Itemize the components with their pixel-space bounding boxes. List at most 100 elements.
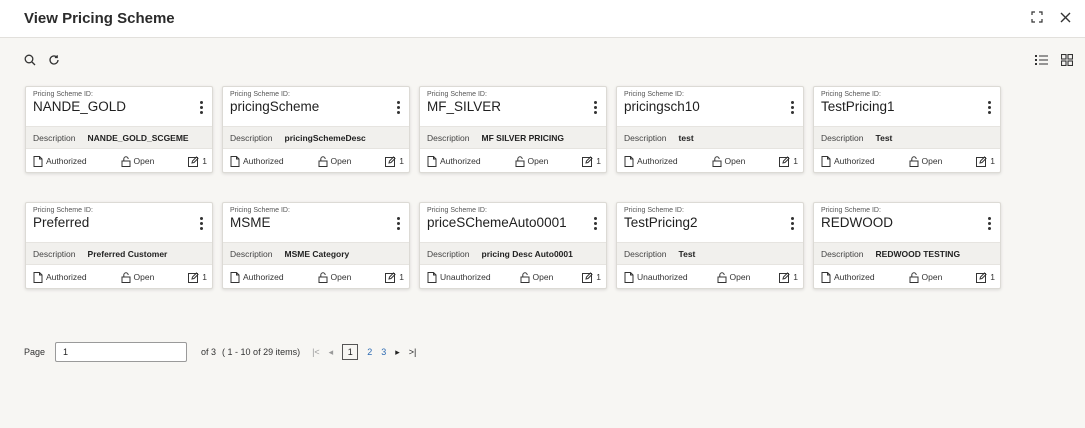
edit-icon	[976, 155, 987, 167]
description-label: Description	[230, 248, 273, 259]
unlock-icon	[318, 271, 328, 283]
unlock-icon	[909, 155, 919, 167]
authorization-status: Authorized	[821, 271, 875, 283]
scheme-id-label: Pricing Scheme ID:	[230, 91, 290, 98]
grid-view-icon[interactable]	[1059, 52, 1075, 68]
kebab-menu-icon[interactable]	[592, 101, 598, 115]
authorization-label: Authorized	[46, 156, 87, 166]
page-label: Page	[24, 347, 46, 357]
authorization-status: Authorized	[821, 155, 875, 167]
first-page-icon[interactable]: |<	[312, 347, 320, 357]
modification-count-value: 1	[202, 272, 207, 282]
scheme-id-label: Pricing Scheme ID:	[33, 91, 93, 98]
scheme-id: pricingsch10	[624, 99, 700, 114]
modification-count: 1	[582, 155, 601, 167]
record-status: Open	[318, 271, 352, 283]
previous-page-icon[interactable]: ◂	[329, 347, 334, 358]
document-icon	[427, 155, 437, 167]
description-label: Description	[821, 132, 864, 143]
kebab-menu-icon[interactable]	[986, 101, 992, 115]
next-page-icon[interactable]: ▸	[395, 347, 400, 358]
modification-count-value: 1	[990, 272, 995, 282]
edit-icon	[188, 271, 199, 283]
scheme-id-label: Pricing Scheme ID:	[230, 207, 290, 214]
scheme-id: NANDE_GOLD	[33, 99, 127, 114]
modification-count-value: 1	[399, 156, 404, 166]
scheme-id: pricingScheme	[230, 99, 320, 114]
description-label: Description	[33, 248, 76, 259]
page-3-button[interactable]: 3	[381, 347, 386, 357]
list-view-icon[interactable]	[1033, 52, 1049, 68]
description-label: Description	[624, 248, 667, 259]
pricing-scheme-card[interactable]: Pricing Scheme ID: priceSChemeAuto0001 D…	[419, 202, 607, 289]
pricing-scheme-card[interactable]: Pricing Scheme ID: MSME Description MSME…	[222, 202, 410, 289]
authorization-label: Authorized	[440, 156, 481, 166]
scheme-id-label: Pricing Scheme ID:	[33, 207, 93, 214]
record-status-label: Open	[724, 156, 746, 166]
record-status: Open	[520, 271, 553, 283]
scheme-id-label: Pricing Scheme ID:	[821, 91, 881, 98]
pricing-scheme-card[interactable]: Pricing Scheme ID: Preferred Description…	[25, 202, 213, 289]
document-icon	[821, 155, 831, 167]
scheme-id-label: Pricing Scheme ID:	[427, 91, 487, 98]
description-value: REDWOOD TESTING	[875, 248, 961, 259]
record-status-label: Open	[729, 272, 751, 282]
modification-count: 1	[976, 271, 995, 283]
kebab-menu-icon[interactable]	[395, 217, 401, 231]
pricing-scheme-card[interactable]: Pricing Scheme ID: NANDE_GOLD Descriptio…	[25, 86, 213, 173]
authorization-label: Unauthorized	[637, 272, 688, 282]
edit-icon	[188, 155, 199, 167]
last-page-icon[interactable]: >|	[409, 347, 417, 357]
unlock-icon	[515, 155, 525, 167]
maximize-icon[interactable]	[1029, 9, 1045, 25]
pricing-scheme-card[interactable]: Pricing Scheme ID: TestPricing2 Descript…	[616, 202, 804, 289]
document-icon	[821, 271, 831, 283]
record-status: Open	[121, 155, 154, 167]
unlock-icon	[909, 271, 919, 283]
refresh-icon[interactable]	[46, 52, 62, 68]
close-icon[interactable]	[1057, 9, 1073, 25]
page-number-input[interactable]	[55, 342, 188, 362]
items-range-text: ( 1 - 10 of 29 items)	[222, 347, 301, 357]
pricing-scheme-card[interactable]: Pricing Scheme ID: pricingScheme Descrip…	[222, 86, 410, 173]
document-icon	[427, 271, 437, 283]
modification-count-value: 1	[202, 156, 207, 166]
modification-count: 1	[385, 271, 404, 283]
description-value: pricing Desc Auto0001	[481, 248, 573, 259]
search-icon[interactable]	[22, 52, 38, 68]
document-icon	[230, 155, 240, 167]
page-1-button[interactable]: 1	[342, 344, 359, 360]
authorization-status: Authorized	[230, 155, 284, 167]
description-value: test	[678, 132, 694, 143]
kebab-menu-icon[interactable]	[198, 101, 204, 115]
document-icon	[33, 155, 43, 167]
modification-count: 1	[188, 271, 207, 283]
authorization-status: Authorized	[33, 271, 87, 283]
kebab-menu-icon[interactable]	[986, 217, 992, 231]
scheme-id-label: Pricing Scheme ID:	[624, 207, 684, 214]
pricing-scheme-card[interactable]: Pricing Scheme ID: REDWOOD Description R…	[813, 202, 1001, 289]
description-value: Preferred Customer	[87, 248, 168, 259]
modification-count: 1	[779, 155, 798, 167]
modification-count-value: 1	[596, 272, 601, 282]
scheme-id: TestPricing2	[624, 215, 698, 230]
pricing-scheme-card[interactable]: Pricing Scheme ID: pricingsch10 Descript…	[616, 86, 804, 173]
record-status-label: Open	[921, 156, 943, 166]
kebab-menu-icon[interactable]	[789, 217, 795, 231]
kebab-menu-icon[interactable]	[198, 217, 204, 231]
unlock-icon	[121, 271, 131, 283]
edit-icon	[976, 271, 987, 283]
description-value: MF SILVER PRICING	[481, 132, 565, 143]
kebab-menu-icon[interactable]	[789, 101, 795, 115]
modification-count-value: 1	[793, 156, 798, 166]
pricing-scheme-card[interactable]: Pricing Scheme ID: TestPricing1 Descript…	[813, 86, 1001, 173]
kebab-menu-icon[interactable]	[395, 101, 401, 115]
page-2-button[interactable]: 2	[367, 347, 372, 357]
pricing-scheme-card[interactable]: Pricing Scheme ID: MF_SILVER Description…	[419, 86, 607, 173]
description-label: Description	[427, 248, 470, 259]
pagination: Page of 3 ( 1 - 10 of 29 items) |< ◂ 1 2…	[24, 342, 416, 362]
record-status-label: Open	[330, 272, 352, 282]
scheme-id: REDWOOD	[821, 215, 893, 230]
page-title: View Pricing Scheme	[24, 10, 175, 27]
kebab-menu-icon[interactable]	[592, 217, 598, 231]
